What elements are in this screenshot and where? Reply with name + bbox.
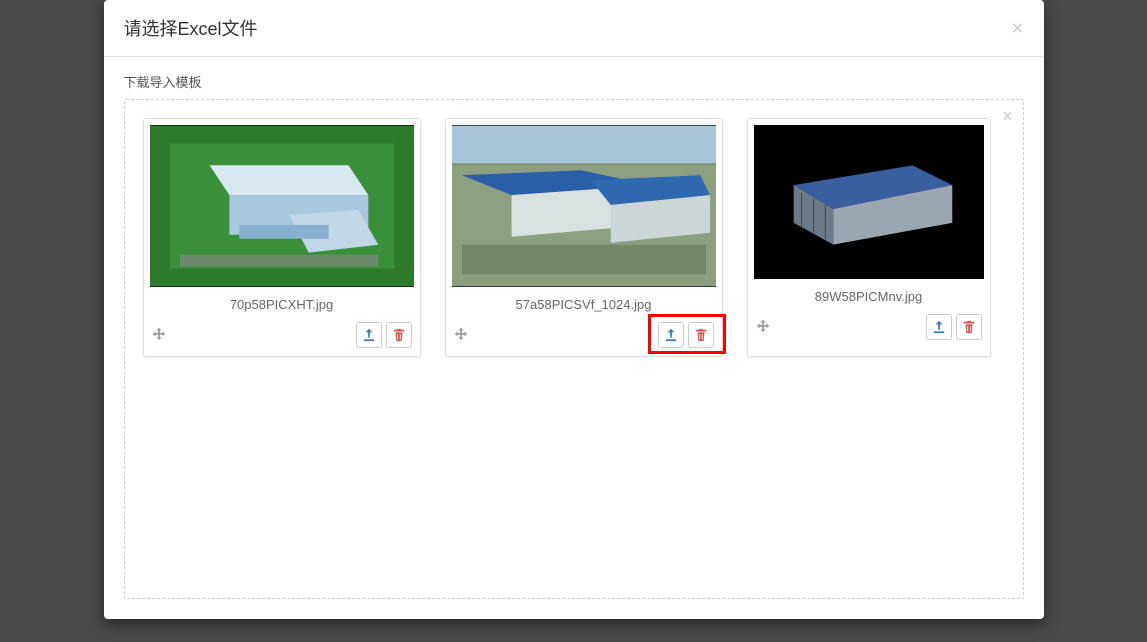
file-name-label: 70p58PICXHT.jpg [150, 287, 414, 318]
file-drop-zone[interactable]: × 70p58PICX [124, 99, 1024, 599]
warehouse-3d-icon [754, 125, 984, 279]
upload-button[interactable] [356, 322, 382, 348]
file-thumbnail [452, 125, 716, 287]
modal-body: 下载导入模板 × [104, 57, 1044, 619]
upload-icon [664, 328, 678, 342]
file-card: 57a58PICSVf_1024.jpg [445, 118, 723, 357]
close-button[interactable]: × [1011, 18, 1023, 39]
delete-button[interactable] [956, 314, 982, 340]
file-thumbnail [150, 125, 414, 287]
trash-icon [694, 328, 708, 342]
drop-zone-close-button[interactable]: × [1002, 106, 1013, 127]
drag-handle-icon[interactable] [454, 326, 468, 345]
building-aerial-icon [150, 125, 414, 287]
file-actions [150, 318, 414, 348]
download-template-link[interactable]: 下载导入模板 [124, 72, 1024, 91]
trash-icon [962, 320, 976, 334]
modal-header: 请选择Excel文件 × [104, 0, 1044, 57]
file-actions [754, 310, 984, 340]
upload-icon [362, 328, 376, 342]
trash-icon [392, 328, 406, 342]
delete-button[interactable] [386, 322, 412, 348]
factory-blue-roof-icon [452, 125, 716, 287]
file-card: 70p58PICXHT.jpg [143, 118, 421, 357]
upload-icon [932, 320, 946, 334]
upload-button[interactable] [658, 322, 684, 348]
drag-handle-icon[interactable] [756, 318, 770, 337]
file-grid: 70p58PICXHT.jpg [143, 118, 1005, 357]
file-thumbnail [754, 125, 984, 279]
upload-button[interactable] [926, 314, 952, 340]
file-card: 89W58PICMnv.jpg [747, 118, 991, 357]
drag-handle-icon[interactable] [152, 326, 166, 345]
modal-dialog: 请选择Excel文件 × 下载导入模板 × [104, 0, 1044, 619]
file-name-label: 89W58PICMnv.jpg [754, 279, 984, 310]
file-actions [452, 318, 716, 348]
delete-button[interactable] [688, 322, 714, 348]
file-name-label: 57a58PICSVf_1024.jpg [452, 287, 716, 318]
modal-title: 请选择Excel文件 [124, 15, 258, 41]
